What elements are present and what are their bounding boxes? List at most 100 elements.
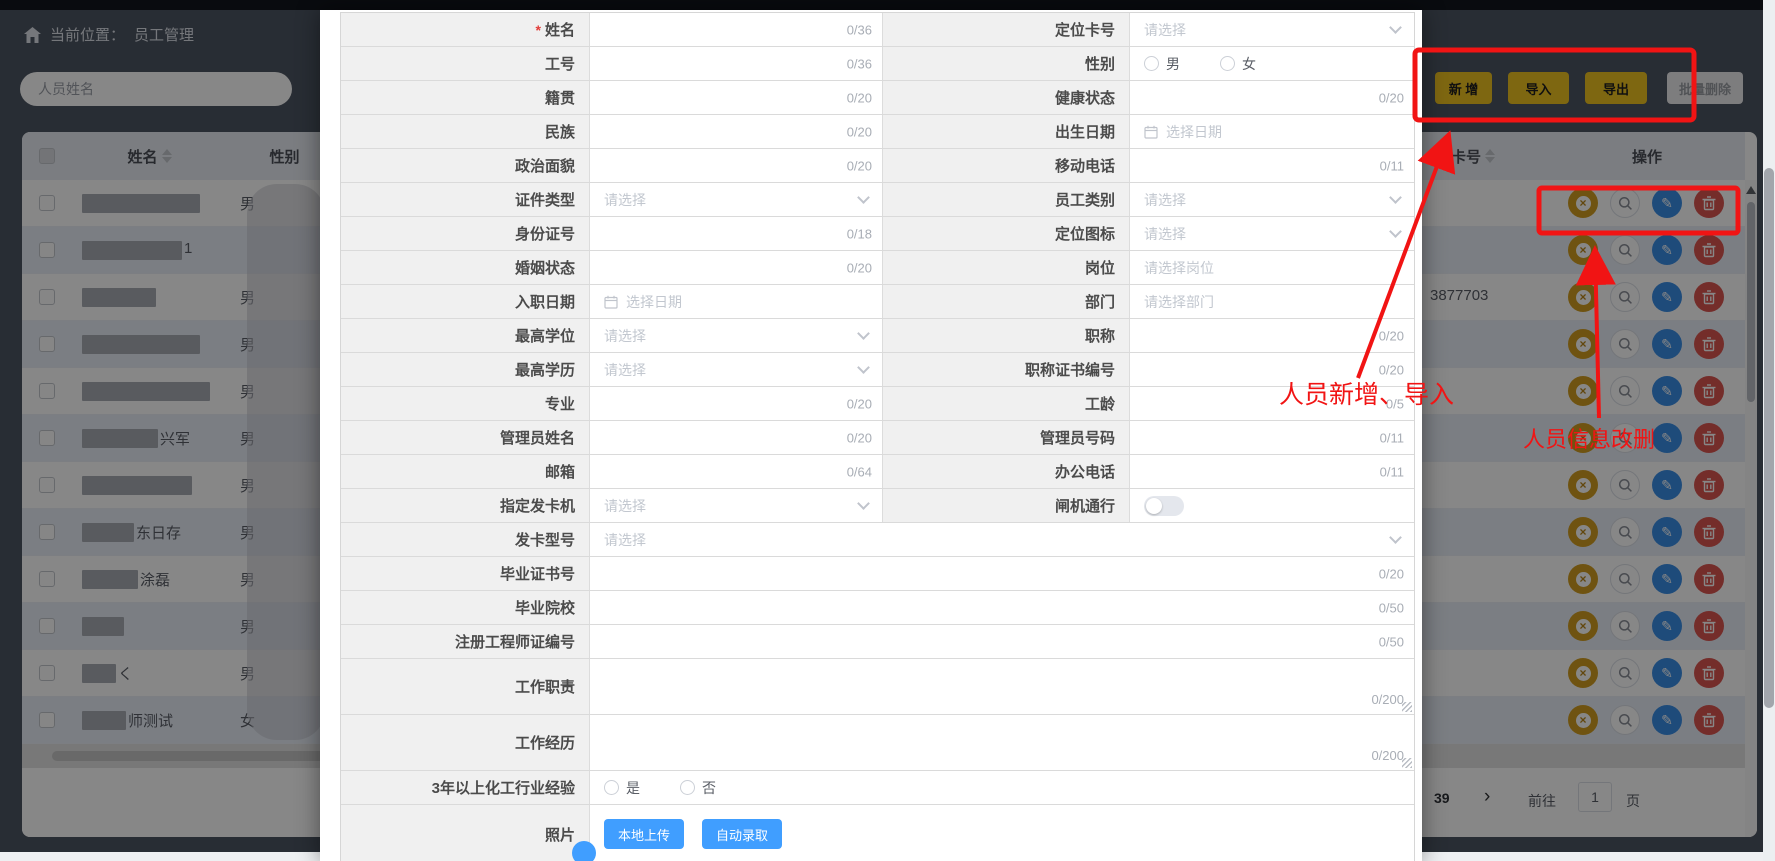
radio-circle-icon[interactable] (1220, 56, 1235, 71)
form-field[interactable]: 0/36 (590, 13, 882, 46)
form-field[interactable]: 0/20 (590, 557, 1414, 590)
form-field[interactable]: 0/20 (590, 387, 882, 420)
form-field[interactable]: 请选择岗位 (1130, 251, 1414, 284)
form-label: 出生日期 (882, 115, 1130, 148)
form-field[interactable]: 0/20 (590, 421, 882, 454)
form-label: 入职日期 (341, 285, 590, 318)
radio-circle-icon[interactable] (680, 780, 695, 795)
chevron-down-icon (1389, 21, 1402, 34)
form-label: 毕业证书号 (341, 557, 590, 590)
chevron-down-icon (1389, 531, 1402, 544)
form-field[interactable]: 0/5 (1130, 387, 1414, 420)
form-field[interactable]: 请选择 (1130, 183, 1414, 216)
form-label: 发卡型号 (341, 523, 590, 556)
chevron-down-icon (857, 497, 870, 510)
form-field[interactable]: 请选择 (590, 523, 1414, 556)
form-label: 最高学位 (341, 319, 590, 352)
radio-option[interactable]: 是 (604, 778, 640, 798)
form-field[interactable]: 请选择 (590, 353, 882, 386)
local-upload-button[interactable]: 本地上传 (604, 819, 684, 849)
form-field[interactable]: 0/200 (590, 659, 1414, 714)
form-label: 照片 (341, 805, 590, 861)
form-field[interactable]: 0/200 (590, 715, 1414, 770)
form-row: 邮箱0/64办公电话0/11 (341, 455, 1414, 489)
form-field[interactable]: 0/50 (590, 591, 1414, 624)
form-label: 性别 (882, 47, 1130, 80)
form-field[interactable]: 0/20 (590, 81, 882, 114)
photo-avatar-placeholder-icon (572, 841, 596, 861)
form-label: 注册工程师证编号 (341, 625, 590, 658)
calendar-icon (604, 295, 618, 309)
form-label: 专业 (341, 387, 590, 420)
form-row: 指定发卡机请选择闸机通行 (341, 489, 1414, 523)
form-label: 定位卡号 (882, 13, 1130, 46)
form-field[interactable]: 是否 (590, 771, 1414, 804)
form-label: 工作经历 (341, 715, 590, 770)
form-field[interactable]: 0/50 (590, 625, 1414, 658)
form-field[interactable]: 选择日期 (1130, 115, 1414, 148)
form-label: 毕业院校 (341, 591, 590, 624)
form-label: 管理员姓名 (341, 421, 590, 454)
form-field[interactable]: 本地上传自动录取 (590, 805, 1414, 861)
form-label: 婚姻状态 (341, 251, 590, 284)
form-row: 政治面貌0/20移动电话0/11 (341, 149, 1414, 183)
form-row: 照片本地上传自动录取 (341, 805, 1414, 861)
form-field[interactable]: 0/64 (590, 455, 882, 488)
employee-form-dialog: *姓名0/36定位卡号请选择工号0/36性别男女籍贯0/20健康状态0/20民族… (320, 10, 1422, 861)
form-field[interactable]: 0/20 (1130, 319, 1414, 352)
form-label: 岗位 (882, 251, 1130, 284)
form-label: 民族 (341, 115, 590, 148)
calendar-icon (1144, 125, 1158, 139)
form-field[interactable]: 请选择 (1130, 217, 1414, 250)
form-field[interactable]: 0/20 (590, 149, 882, 182)
form-field[interactable]: 0/20 (1130, 81, 1414, 114)
form-field[interactable]: 0/20 (590, 115, 882, 148)
form-row: 民族0/20出生日期选择日期 (341, 115, 1414, 149)
radio-circle-icon[interactable] (1144, 56, 1159, 71)
form-field[interactable]: 0/20 (1130, 353, 1414, 386)
form-field[interactable]: 请选择 (1130, 13, 1414, 46)
form-field[interactable]: 0/11 (1130, 421, 1414, 454)
form-row: 毕业院校0/50 (341, 591, 1414, 625)
form-row: 婚姻状态0/20岗位请选择岗位 (341, 251, 1414, 285)
form-field[interactable]: 男女 (1130, 47, 1414, 80)
form-label: 政治面貌 (341, 149, 590, 182)
form-field[interactable]: 选择日期 (590, 285, 882, 318)
form-field[interactable]: 0/11 (1130, 455, 1414, 488)
form-field[interactable] (1130, 489, 1414, 522)
form-field[interactable]: 请选择 (590, 183, 882, 216)
radio-option[interactable]: 否 (680, 778, 716, 798)
form-row: 3年以上化工行业经验是否 (341, 771, 1414, 805)
auto-capture-button[interactable]: 自动录取 (702, 819, 782, 849)
form-row: 籍贯0/20健康状态0/20 (341, 81, 1414, 115)
form-field[interactable]: 0/11 (1130, 149, 1414, 182)
form-field[interactable]: 请选择 (590, 489, 882, 522)
form-row: 工作职责0/200 (341, 659, 1414, 715)
gate-pass-toggle[interactable] (1144, 496, 1184, 516)
radio-circle-icon[interactable] (604, 780, 619, 795)
radio-option[interactable]: 男 (1144, 54, 1180, 74)
form-label: 闸机通行 (882, 489, 1130, 522)
form-field[interactable]: 0/18 (590, 217, 882, 250)
form-field[interactable]: 0/20 (590, 251, 882, 284)
textarea-resize-handle[interactable] (1402, 702, 1412, 712)
form-field[interactable]: 请选择部门 (1130, 285, 1414, 318)
form-row: 专业0/20工龄0/5 (341, 387, 1414, 421)
form-row: 身份证号0/18定位图标请选择 (341, 217, 1414, 251)
page-scrollbar-thumb[interactable] (1764, 168, 1774, 708)
chevron-down-icon (857, 327, 870, 340)
textarea-resize-handle[interactable] (1402, 758, 1412, 768)
form-row: 毕业证书号0/20 (341, 557, 1414, 591)
form-row: 证件类型请选择员工类别请选择 (341, 183, 1414, 217)
page-scrollbar[interactable] (1763, 0, 1775, 861)
form-label: 部门 (882, 285, 1130, 318)
form-label: 籍贯 (341, 81, 590, 114)
chevron-down-icon (857, 191, 870, 204)
form-field[interactable]: 请选择 (590, 319, 882, 352)
radio-option[interactable]: 女 (1220, 54, 1256, 74)
chevron-down-icon (857, 361, 870, 374)
form-field[interactable]: 0/36 (590, 47, 882, 80)
form-label: 身份证号 (341, 217, 590, 250)
form-label: 员工类别 (882, 183, 1130, 216)
form-row: *姓名0/36定位卡号请选择 (341, 13, 1414, 47)
